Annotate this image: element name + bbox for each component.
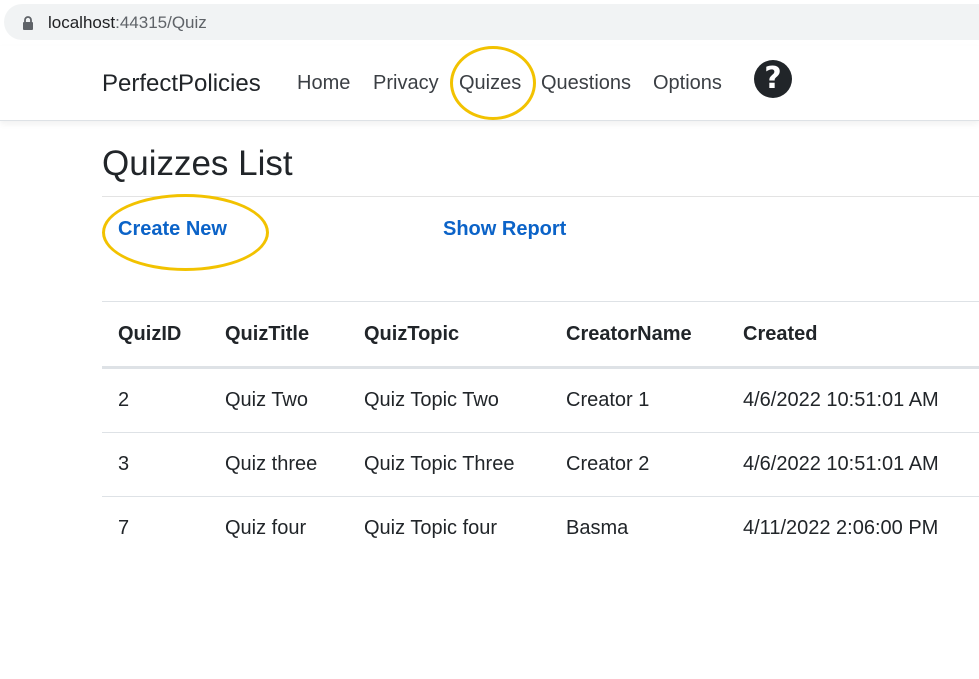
- cell-created: 4/11/2022 2:06:00 PM: [743, 517, 939, 539]
- address-bar[interactable]: localhost:44315/Quiz: [4, 4, 979, 40]
- table-row[interactable]: 7 Quiz four Quiz Topic four Basma 4/11/2…: [102, 497, 979, 560]
- cell-created: 4/6/2022 10:51:01 AM: [743, 389, 939, 411]
- cell-quizid: 7: [118, 517, 130, 539]
- nav-link-quizes[interactable]: Quizes: [459, 72, 521, 95]
- cell-quiztitle: Quiz three: [225, 453, 318, 475]
- create-new-link[interactable]: Create New: [118, 218, 227, 241]
- page-title: Quizzes List: [102, 144, 293, 183]
- cell-quiztopic: Quiz Topic four: [364, 517, 498, 539]
- url-host: localhost: [48, 13, 116, 32]
- header-created[interactable]: Created: [743, 323, 817, 346]
- table-row[interactable]: 3 Quiz three Quiz Topic Three Creator 2 …: [102, 433, 979, 497]
- cell-creatorname: Creator 1: [566, 389, 650, 411]
- table-header-row: QuizID QuizTitle QuizTopic CreatorName C…: [102, 301, 979, 369]
- cell-quiztitle: Quiz four: [225, 517, 307, 539]
- cell-quiztitle: Quiz Two: [225, 389, 308, 411]
- nav-link-privacy[interactable]: Privacy: [373, 72, 439, 95]
- cell-creatorname: Basma: [566, 517, 629, 539]
- show-report-link[interactable]: Show Report: [443, 218, 566, 241]
- table-row[interactable]: 2 Quiz Two Quiz Topic Two Creator 1 4/6/…: [102, 369, 979, 433]
- cell-quiztopic: Quiz Topic Two: [364, 389, 499, 411]
- nav-link-options[interactable]: Options: [653, 72, 722, 95]
- browser-toolbar: localhost:44315/Quiz: [0, 0, 979, 44]
- navbar: PerfectPolicies Home Privacy Quizes Ques…: [0, 46, 979, 121]
- nav-link-home[interactable]: Home: [297, 72, 350, 95]
- help-icon[interactable]: ?: [754, 60, 792, 98]
- url-path: :44315/Quiz: [115, 13, 207, 32]
- nav-link-questions[interactable]: Questions: [541, 72, 631, 95]
- header-quiztopic[interactable]: QuizTopic: [364, 323, 459, 346]
- url-text[interactable]: localhost:44315/Quiz: [48, 13, 207, 33]
- divider: [102, 196, 979, 197]
- cell-creatorname: Creator 2: [566, 453, 650, 475]
- cell-quizid: 2: [118, 389, 130, 411]
- lock-icon: [23, 16, 33, 30]
- cell-created: 4/6/2022 10:51:01 AM: [743, 453, 939, 475]
- header-quiztitle[interactable]: QuizTitle: [225, 323, 309, 346]
- cell-quiztopic: Quiz Topic Three: [364, 453, 515, 475]
- brand-link[interactable]: PerfectPolicies: [102, 70, 261, 98]
- header-creatorname[interactable]: CreatorName: [566, 323, 692, 346]
- quizzes-table: QuizID QuizTitle QuizTopic CreatorName C…: [102, 301, 979, 560]
- header-quizid[interactable]: QuizID: [118, 323, 181, 346]
- cell-quizid: 3: [118, 453, 130, 475]
